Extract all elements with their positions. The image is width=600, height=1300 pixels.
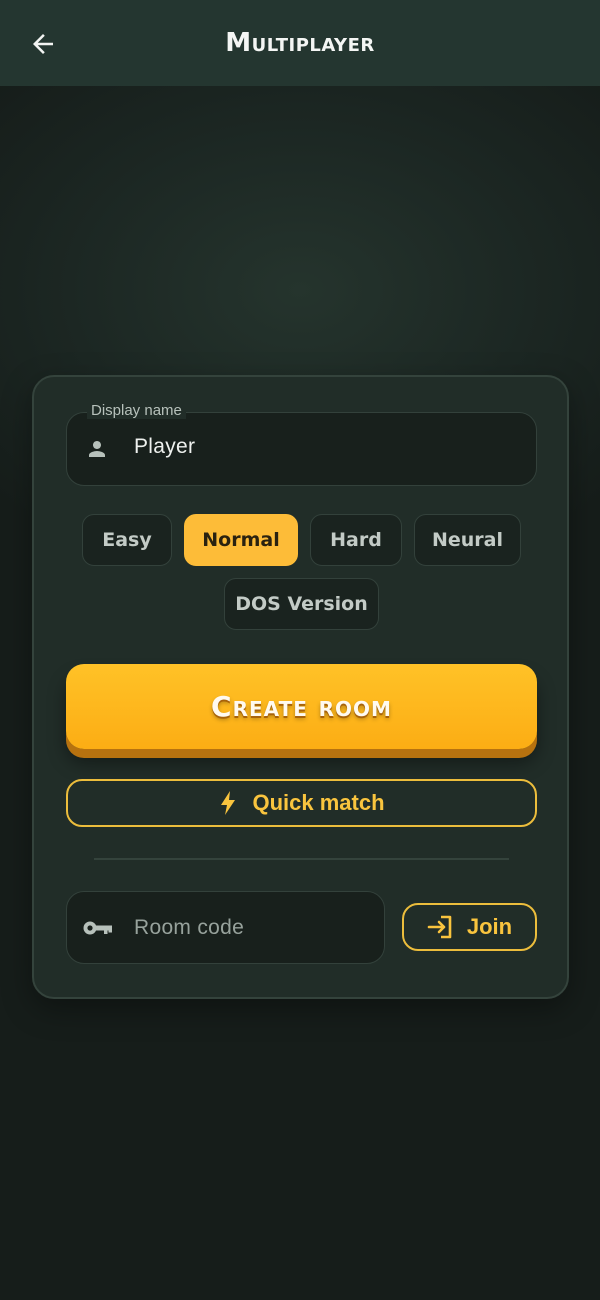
join-label: Join bbox=[466, 914, 513, 939]
arrow-left-icon bbox=[33, 34, 53, 54]
display-name-value: Player bbox=[134, 435, 196, 458]
difficulty-chip-normal[interactable]: Normal bbox=[184, 514, 298, 566]
display-name-field[interactable]: Display name Player bbox=[66, 402, 537, 486]
lightning-bolt-icon bbox=[221, 791, 236, 815]
difficulty-chip-neural[interactable]: Neural bbox=[414, 514, 521, 566]
difficulty-chip-hard[interactable]: Hard bbox=[310, 514, 402, 566]
page-title: Multiplayer bbox=[225, 28, 375, 58]
difficulty-chip-dos-version[interactable]: DOS Version bbox=[224, 578, 379, 630]
room-code-input[interactable]: Room code bbox=[66, 891, 385, 964]
app-bar: Multiplayer bbox=[0, 0, 600, 86]
login-arrow-icon bbox=[427, 915, 452, 939]
quick-match-label: Quick match bbox=[252, 790, 385, 815]
multiplayer-card: Display name Player Easy Normal Hard Neu… bbox=[32, 375, 569, 999]
join-button[interactable]: Join bbox=[402, 903, 537, 951]
display-name-label: Display name bbox=[87, 402, 186, 419]
difficulty-chip-easy[interactable]: Easy bbox=[82, 514, 172, 566]
room-code-placeholder: Room code bbox=[134, 916, 245, 939]
create-room-label: Create room bbox=[211, 690, 392, 723]
person-icon bbox=[89, 441, 105, 457]
back-button[interactable] bbox=[22, 23, 64, 65]
create-room-button[interactable]: Create room bbox=[66, 664, 537, 749]
divider bbox=[94, 858, 509, 860]
key-icon bbox=[83, 921, 112, 935]
quick-match-button[interactable]: Quick match bbox=[66, 779, 537, 827]
